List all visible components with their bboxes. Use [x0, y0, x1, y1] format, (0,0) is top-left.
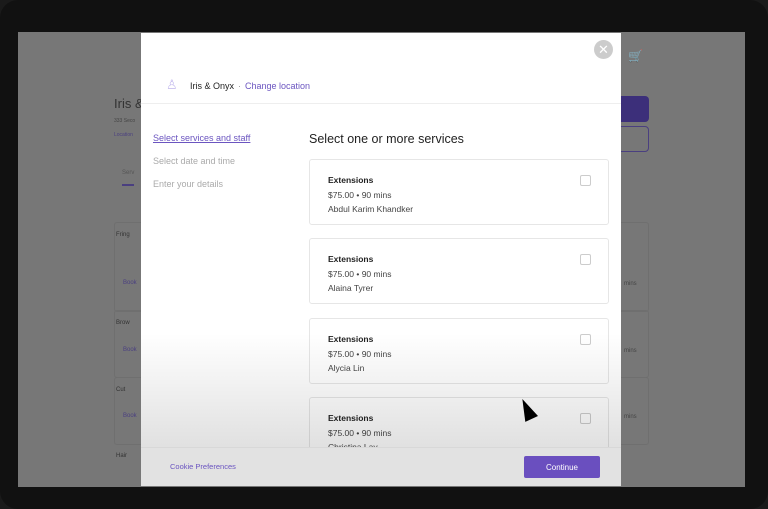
service-duration: 90 mins — [361, 349, 392, 359]
service-staff: Alaina Tyrer — [328, 283, 374, 293]
service-price: $75.00 — [328, 269, 354, 279]
change-location-link[interactable]: Change location — [245, 81, 310, 91]
continue-button[interactable]: Continue — [524, 456, 600, 478]
service-name: Extensions — [328, 413, 374, 423]
service-meta: $75.00 • 90 mins — [328, 349, 392, 359]
service-card[interactable]: Extensions $75.00 • 90 mins Abdul Karim … — [309, 159, 609, 225]
bg-item: Brow — [116, 320, 130, 326]
modal-footer: Cookie Preferences Continue — [141, 447, 621, 486]
service-name: Extensions — [328, 334, 374, 344]
close-button[interactable]: ✕ — [594, 40, 613, 59]
service-staff: Abdul Karim Khandker — [328, 204, 414, 214]
business-name: Iris & Onyx — [190, 81, 235, 91]
step-enter-details: Enter your details — [153, 179, 224, 189]
service-card[interactable]: Extensions $75.00 • 90 mins Alycia Lin — [309, 318, 609, 384]
bg-business-title: Iris & — [114, 96, 144, 111]
bg-mins: mins — [624, 348, 637, 354]
bg-book-link: Book — [123, 280, 137, 286]
service-price: $75.00 — [328, 428, 354, 438]
service-duration: 90 mins — [361, 269, 392, 279]
service-card[interactable]: Extensions $75.00 • 90 mins Alaina Tyrer — [309, 238, 609, 304]
service-price: $75.00 — [328, 349, 354, 359]
service-duration: 90 mins — [361, 428, 392, 438]
service-name: Extensions — [328, 254, 374, 264]
service-meta: $75.00 • 90 mins — [328, 190, 392, 200]
service-meta: $75.00 • 90 mins — [328, 428, 392, 438]
bg-mins: mins — [624, 414, 637, 420]
step-select-services[interactable]: Select services and staff — [153, 133, 250, 143]
separator: · — [238, 81, 242, 91]
bg-book-link: Book — [123, 347, 137, 353]
bg-item: Fring — [116, 232, 130, 238]
page-title: Select one or more services — [309, 132, 464, 146]
service-duration: 90 mins — [361, 190, 392, 200]
bg-item: Cut — [116, 387, 126, 393]
business-logo-icon: ♙ — [166, 77, 178, 92]
service-checkbox[interactable] — [580, 334, 591, 345]
bg-book-link: Book — [123, 413, 137, 419]
bg-address: 333 Seco — [114, 118, 136, 124]
service-staff: Alycia Lin — [328, 363, 365, 373]
service-checkbox[interactable] — [580, 254, 591, 265]
modal-header: ♙ Iris & Onyx · Change location ✕ — [141, 33, 621, 104]
bg-mins: mins — [624, 281, 637, 287]
cart-icon[interactable]: 🛒 — [628, 49, 643, 63]
service-price: $75.00 — [328, 190, 354, 200]
bg-item: Hair — [116, 453, 128, 459]
bg-tab-services: Serv — [122, 170, 135, 186]
location-bar: Iris & Onyx · Change location — [190, 81, 310, 91]
cookie-preferences-link[interactable]: Cookie Preferences — [170, 462, 236, 471]
steps-nav: Select services and staff Select date an… — [153, 133, 250, 202]
close-icon: ✕ — [598, 42, 609, 57]
service-meta: $75.00 • 90 mins — [328, 269, 392, 279]
step-select-date: Select date and time — [153, 156, 236, 166]
booking-modal: ♙ Iris & Onyx · Change location ✕ Select s… — [141, 33, 621, 486]
service-name: Extensions — [328, 175, 374, 185]
bg-link: Location — [114, 132, 133, 138]
service-checkbox[interactable] — [580, 413, 591, 424]
service-checkbox[interactable] — [580, 175, 591, 186]
